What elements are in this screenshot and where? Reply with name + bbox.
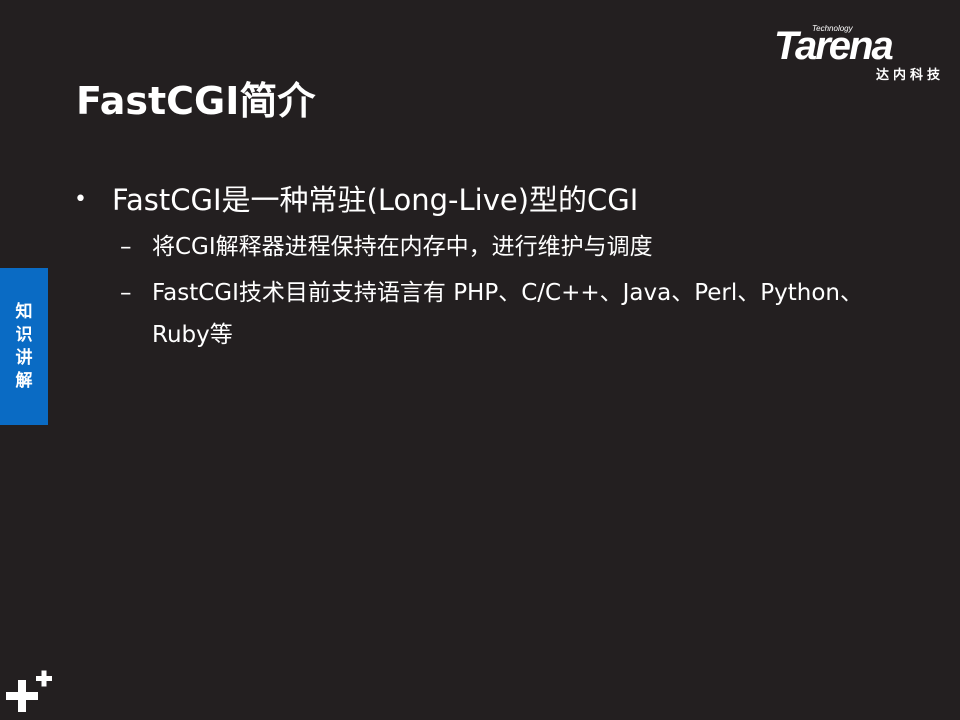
section-tab-char: 知 [15, 301, 33, 322]
sub-bullet-text: FastCGI技术目前支持语言有 PHP、C/C++、Java、Perl、Pyt… [152, 280, 863, 348]
plus-plus-icon [6, 670, 52, 712]
slide-content: • FastCGI是一种常驻(Long-Live)型的CGI – 将CGI解释器… [74, 178, 924, 356]
logo-brand-text: Tarena [774, 24, 894, 68]
logo-subtitle: 达内科技 [875, 68, 944, 83]
sub-bullet: – 将CGI解释器进程保持在内存中，进行维护与调度 [120, 226, 924, 268]
dash-marker: – [120, 234, 132, 260]
section-tab-char: 识 [15, 324, 33, 345]
section-tab-char: 讲 [15, 347, 33, 368]
main-bullet: • FastCGI是一种常驻(Long-Live)型的CGI [74, 178, 924, 222]
sub-bullet: – FastCGI技术目前支持语言有 PHP、C/C++、Java、Perl、P… [120, 272, 924, 356]
dash-marker: – [120, 280, 132, 306]
main-bullet-text: FastCGI是一种常驻(Long-Live)型的CGI [112, 183, 639, 217]
section-tab: 知 识 讲 解 [0, 268, 48, 425]
tarena-logo: Technology Tarena 达内科技 [774, 24, 944, 84]
bullet-marker: • [74, 187, 87, 212]
sub-bullet-text: 将CGI解释器进程保持在内存中，进行维护与调度 [152, 234, 653, 260]
slide-title: FastCGI简介 [76, 79, 316, 123]
section-tab-char: 解 [15, 370, 33, 391]
